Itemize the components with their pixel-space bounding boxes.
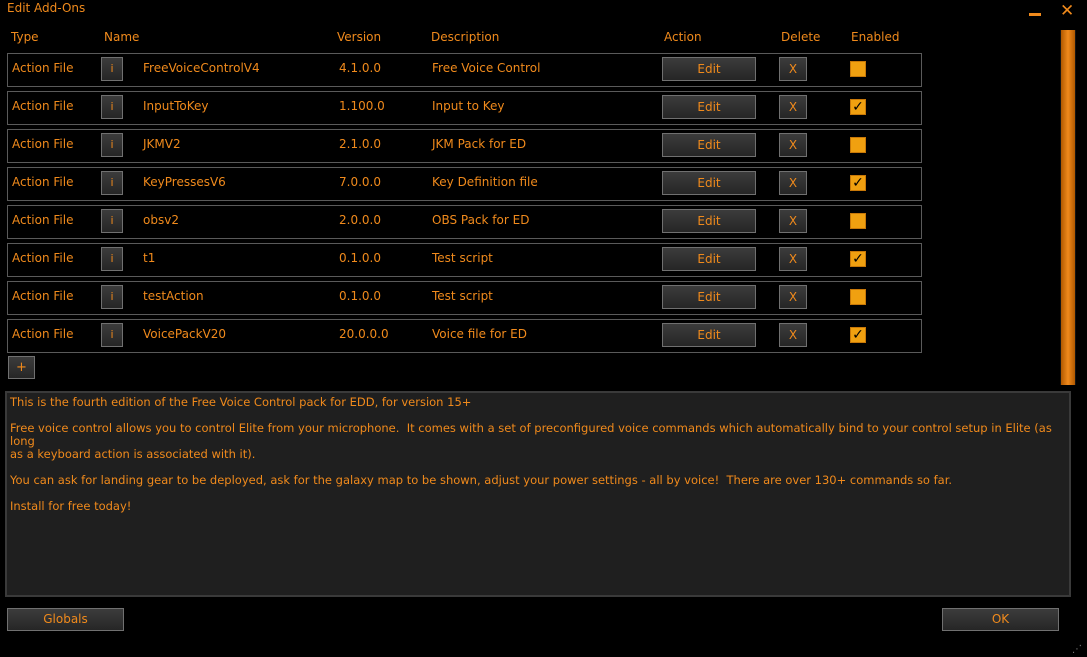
- enabled-checkbox[interactable]: ✓: [850, 99, 866, 115]
- addon-type: Action File: [12, 61, 74, 75]
- addon-version: 1.100.0: [339, 99, 385, 113]
- addon-description: Voice file for ED: [432, 327, 527, 341]
- addon-name: JKMV2: [143, 137, 181, 151]
- add-addon-button[interactable]: +: [8, 356, 35, 379]
- enabled-checkbox[interactable]: ✓: [850, 251, 866, 267]
- addon-type: Action File: [12, 99, 74, 113]
- edit-button[interactable]: Edit: [662, 285, 756, 309]
- addon-description: Test script: [432, 289, 493, 303]
- addon-row: Action File i obsv2 2.0.0.0 OBS Pack for…: [7, 205, 922, 239]
- window-title: Edit Add-Ons: [7, 1, 86, 15]
- header-enabled: Enabled: [851, 30, 900, 44]
- info-button[interactable]: i: [101, 247, 123, 271]
- enabled-checkbox[interactable]: [850, 289, 866, 305]
- delete-button[interactable]: X: [779, 323, 807, 347]
- addon-description: Test script: [432, 251, 493, 265]
- list-scrollbar[interactable]: [1060, 30, 1076, 385]
- addon-name: VoicePackV20: [143, 327, 227, 341]
- close-icon[interactable]: ✕: [1060, 1, 1074, 21]
- addon-name: FreeVoiceControlV4: [143, 61, 260, 75]
- description-panel: This is the fourth edition of the Free V…: [5, 391, 1071, 597]
- addon-version: 2.1.0.0: [339, 137, 381, 151]
- addon-type: Action File: [12, 175, 74, 189]
- scrollbar-thumb[interactable]: [1061, 30, 1075, 385]
- addon-version: 7.0.0.0: [339, 175, 381, 189]
- edit-button[interactable]: Edit: [662, 171, 756, 195]
- enabled-checkbox[interactable]: ✓: [850, 175, 866, 191]
- delete-button[interactable]: X: [779, 133, 807, 157]
- edit-button[interactable]: Edit: [662, 95, 756, 119]
- addon-name: testAction: [143, 289, 204, 303]
- edit-button[interactable]: Edit: [662, 247, 756, 271]
- addon-type: Action File: [12, 213, 74, 227]
- header-type: Type: [11, 30, 39, 44]
- delete-button[interactable]: X: [779, 171, 807, 195]
- addon-name: t1: [143, 251, 156, 265]
- enabled-checkbox[interactable]: ✓: [850, 327, 866, 343]
- addon-row: Action File i InputToKey 1.100.0 Input t…: [7, 91, 922, 125]
- info-button[interactable]: i: [101, 95, 123, 119]
- addon-description: OBS Pack for ED: [432, 213, 530, 227]
- ok-button[interactable]: OK: [942, 608, 1059, 631]
- addon-row: Action File i KeyPressesV6 7.0.0.0 Key D…: [7, 167, 922, 201]
- addon-name: InputToKey: [143, 99, 209, 113]
- addon-version: 20.0.0.0: [339, 327, 389, 341]
- edit-button[interactable]: Edit: [662, 323, 756, 347]
- info-button[interactable]: i: [101, 285, 123, 309]
- addon-row: Action File i JKMV2 2.1.0.0 JKM Pack for…: [7, 129, 922, 163]
- delete-button[interactable]: X: [779, 247, 807, 271]
- header-description: Description: [431, 30, 500, 44]
- header-name: Name: [104, 30, 140, 44]
- delete-button[interactable]: X: [779, 209, 807, 233]
- header-version: Version: [337, 30, 382, 44]
- addon-version: 0.1.0.0: [339, 289, 381, 303]
- addon-type: Action File: [12, 327, 74, 341]
- addon-description: Key Definition file: [432, 175, 538, 189]
- addon-type: Action File: [12, 251, 74, 265]
- header-delete: Delete: [781, 30, 821, 44]
- resize-grip-icon[interactable]: ⋰: [1072, 644, 1084, 656]
- addon-row: Action File i VoicePackV20 20.0.0.0 Voic…: [7, 319, 922, 353]
- info-button[interactable]: i: [101, 323, 123, 347]
- addon-description: Input to Key: [432, 99, 505, 113]
- addon-type: Action File: [12, 137, 74, 151]
- addon-name: obsv2: [143, 213, 179, 227]
- addon-type: Action File: [12, 289, 74, 303]
- minimize-icon[interactable]: [1029, 0, 1043, 20]
- addon-version: 2.0.0.0: [339, 213, 381, 227]
- addon-description: Free Voice Control: [432, 61, 541, 75]
- addon-row: Action File i testAction 0.1.0.0 Test sc…: [7, 281, 922, 315]
- title-bar: Edit Add-Ons ✕: [0, 0, 1087, 22]
- enabled-checkbox[interactable]: [850, 61, 866, 77]
- addon-row: Action File i t1 0.1.0.0 Test script Edi…: [7, 243, 922, 277]
- delete-button[interactable]: X: [779, 95, 807, 119]
- info-button[interactable]: i: [101, 209, 123, 233]
- addon-version: 4.1.0.0: [339, 61, 381, 75]
- header-action: Action: [664, 30, 702, 44]
- addon-name: KeyPressesV6: [143, 175, 226, 189]
- info-button[interactable]: i: [101, 133, 123, 157]
- addon-description: JKM Pack for ED: [432, 137, 527, 151]
- delete-button[interactable]: X: [779, 285, 807, 309]
- enabled-checkbox[interactable]: [850, 213, 866, 229]
- window-edge: [1077, 0, 1087, 657]
- delete-button[interactable]: X: [779, 57, 807, 81]
- addon-row: Action File i FreeVoiceControlV4 4.1.0.0…: [7, 53, 922, 87]
- edit-button[interactable]: Edit: [662, 133, 756, 157]
- edit-button[interactable]: Edit: [662, 209, 756, 233]
- info-button[interactable]: i: [101, 171, 123, 195]
- globals-button[interactable]: Globals: [7, 608, 124, 631]
- info-button[interactable]: i: [101, 57, 123, 81]
- enabled-checkbox[interactable]: [850, 137, 866, 153]
- addon-version: 0.1.0.0: [339, 251, 381, 265]
- edit-button[interactable]: Edit: [662, 57, 756, 81]
